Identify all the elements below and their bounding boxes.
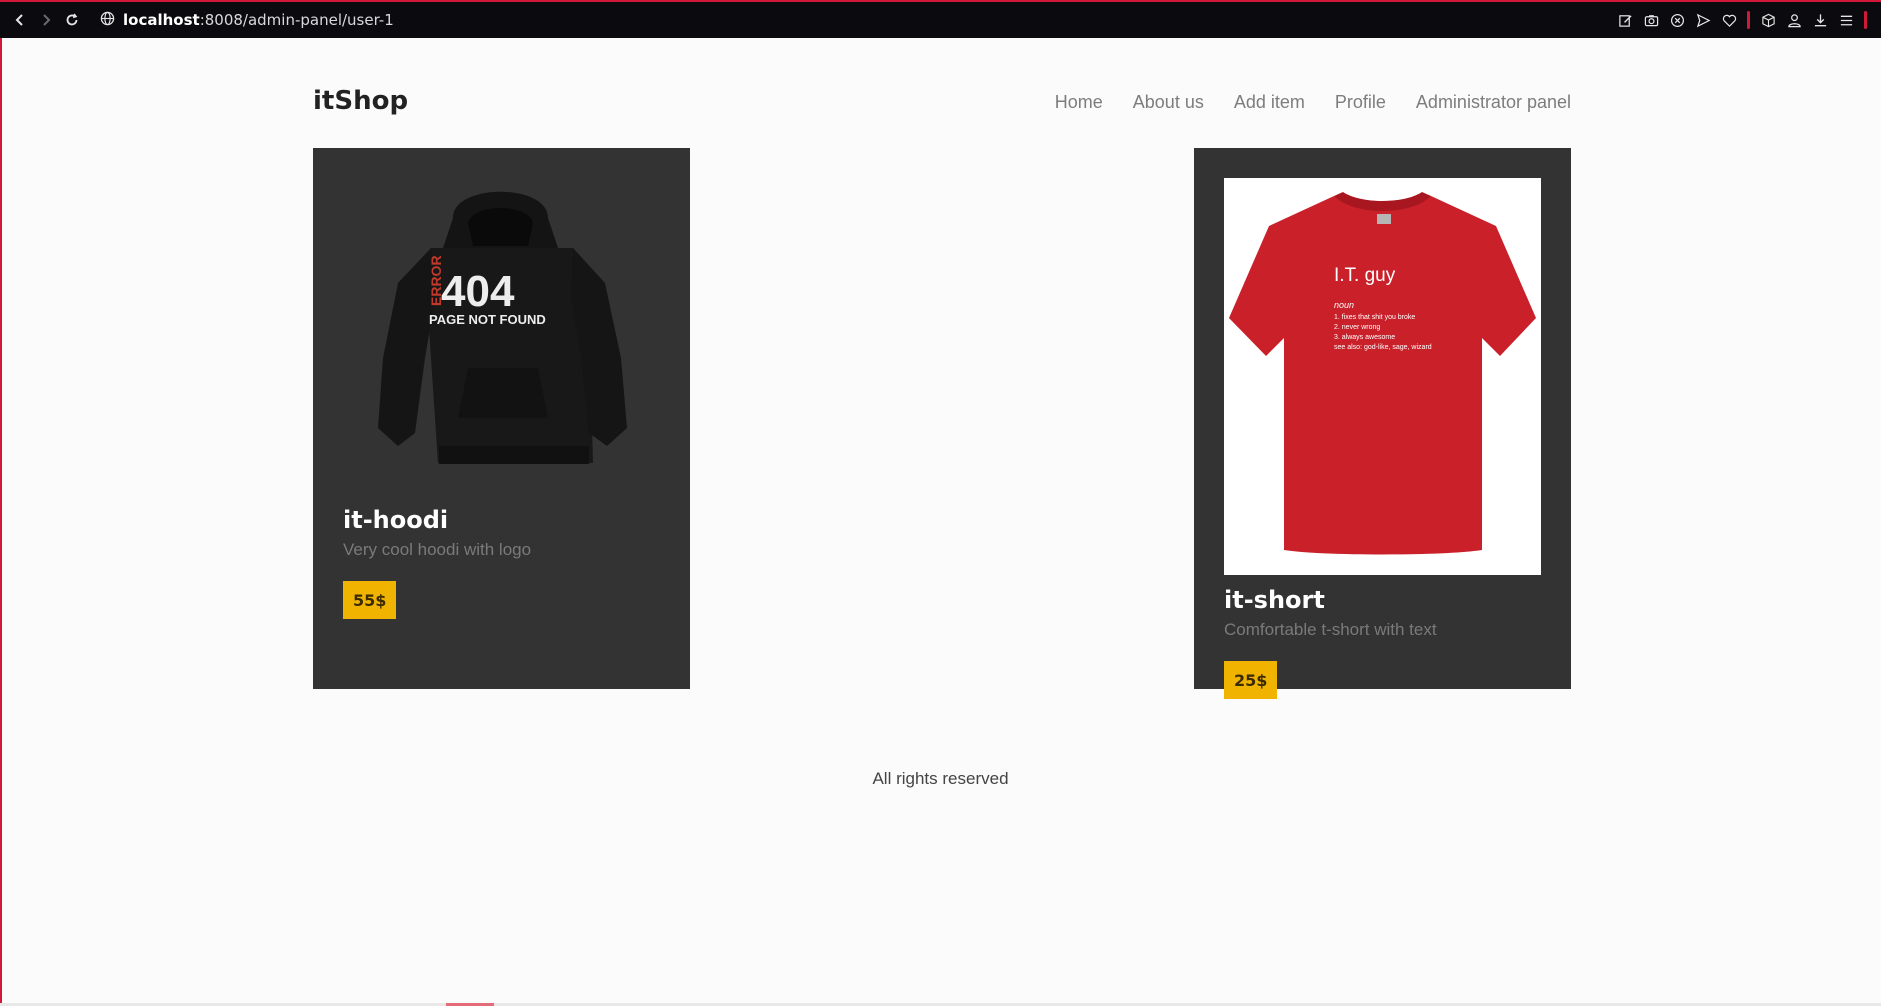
toolbar-separator [1747, 11, 1750, 29]
tshirt-print-line: see also: god-like, sage, wizard [1334, 344, 1432, 351]
nav-home[interactable]: Home [1055, 92, 1103, 113]
address-bar[interactable]: localhost:8008/admin-panel/user-1 [100, 8, 394, 32]
globe-icon [100, 11, 115, 30]
product-title[interactable]: it-hoodi [343, 506, 448, 534]
product-description: Comfortable t-short with text [1224, 620, 1437, 639]
toolbar-separator [1864, 11, 1867, 29]
edit-icon[interactable] [1617, 12, 1633, 28]
cube-icon[interactable] [1760, 12, 1776, 28]
tshirt-print-line: 2. never wrong [1334, 324, 1380, 331]
product-description: Very cool hoodi with logo [343, 540, 532, 559]
nav-about-us[interactable]: About us [1133, 92, 1204, 113]
hoodie-print-sub: PAGE NOT FOUND [429, 312, 546, 327]
footer-text: All rights reserved [872, 769, 1009, 788]
main-nav: Home About us Add item Profile Administr… [1055, 92, 1571, 113]
account-icon[interactable] [1786, 12, 1802, 28]
product-card: ERROR 404 PAGE NOT FOUND it-hoodi Very c… [313, 148, 690, 689]
tshirt-print-line: 1. fixes that shit you broke [1334, 314, 1415, 321]
toolbar-icons [1617, 8, 1867, 32]
reload-icon[interactable] [60, 8, 84, 32]
camera-icon[interactable] [1643, 12, 1659, 28]
site-logo[interactable]: itShop [313, 86, 408, 116]
tshirt-image: I.T. guy noun 1. fixes that shit you bro… [1224, 178, 1541, 575]
nav-administrator-panel[interactable]: Administrator panel [1416, 92, 1571, 113]
download-icon[interactable] [1812, 12, 1828, 28]
product-card: I.T. guy noun 1. fixes that shit you bro… [1194, 148, 1571, 699]
hoodie-image: ERROR 404 PAGE NOT FOUND [343, 178, 660, 478]
tshirt-print-line: 3. always awesome [1334, 334, 1395, 341]
tshirt-print-pos: noun [1334, 300, 1354, 310]
url-path: :8008/admin-panel/user-1 [199, 11, 394, 29]
heart-icon[interactable] [1721, 12, 1737, 28]
price-button[interactable]: 55$ [343, 581, 397, 619]
hoodie-print-big: 404 [441, 267, 515, 316]
shield-x-icon[interactable] [1669, 12, 1685, 28]
back-icon[interactable] [8, 8, 32, 32]
tshirt-print-heading: I.T. guy [1334, 265, 1396, 286]
forward-icon[interactable] [34, 8, 58, 32]
menu-icon[interactable] [1838, 12, 1854, 28]
url-host: localhost [123, 11, 200, 29]
send-icon[interactable] [1695, 12, 1711, 28]
browser-toolbar: localhost:8008/admin-panel/user-1 [0, 0, 1881, 38]
window-edge [0, 38, 2, 1006]
nav-add-item[interactable]: Add item [1234, 92, 1305, 113]
nav-profile[interactable]: Profile [1335, 92, 1386, 113]
product-title[interactable]: it-short [1224, 586, 1325, 614]
price-button[interactable]: 25$ [1224, 661, 1278, 699]
